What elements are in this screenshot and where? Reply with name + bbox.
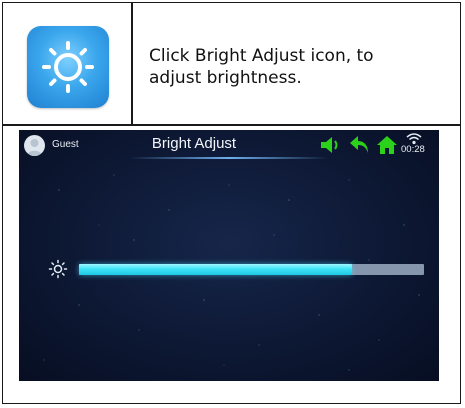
brightness-slider[interactable]: [79, 264, 424, 275]
device-screenshot: Guest Bright Adjust 00:28: [19, 130, 439, 381]
row-divider: [3, 124, 460, 126]
home-icon: [377, 136, 397, 154]
brightness-control: [19, 256, 439, 286]
instruction-line-1: Click Bright Adjust icon, to: [149, 46, 374, 66]
back-button[interactable]: [349, 135, 371, 160]
title-underline-glow: [129, 157, 329, 159]
brightness-indicator: [48, 259, 68, 284]
brightness-slider-fill: [79, 264, 352, 275]
sun-icon: [42, 41, 94, 93]
instruction-text: Click Bright Adjust icon, to adjust brig…: [149, 45, 439, 89]
home-button[interactable]: [376, 135, 398, 160]
instruction-line-2: adjust brightness.: [149, 68, 302, 88]
speaker-icon: [321, 137, 338, 153]
clock: 00:28: [401, 144, 425, 155]
status-bar: Guest Bright Adjust 00:28: [19, 130, 439, 160]
back-arrow-icon: [350, 136, 368, 153]
bright-adjust-app-icon[interactable]: [27, 26, 109, 108]
sun-icon: [48, 259, 68, 279]
screen-title: Bright Adjust: [151, 135, 237, 152]
column-divider: [131, 3, 133, 124]
